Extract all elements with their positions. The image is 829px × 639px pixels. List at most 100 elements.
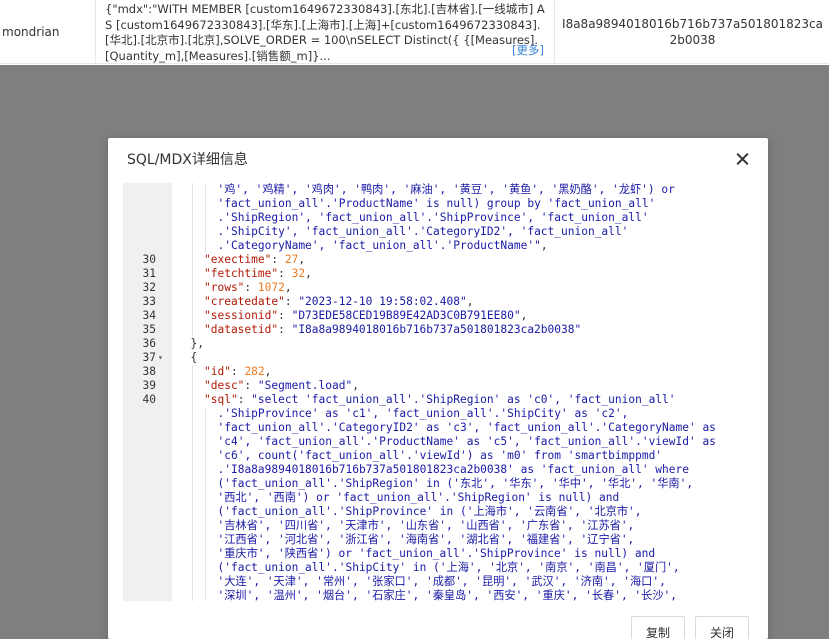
indent-guide: [205, 519, 207, 533]
code-token: {: [190, 351, 198, 364]
code-text: '大连', '天津', '常州', '张家口', '成都', '昆明', '武汉…: [218, 575, 666, 589]
code-text: '鸡', '鸡精', '鸡肉', '鸭肉', '麻油', '黄豆', '黄鱼',…: [218, 183, 675, 197]
code-line: 'fact_union_all'.'CategoryID2' as 'c3', …: [123, 421, 752, 435]
code-token: 32: [291, 267, 306, 280]
line-number: 37: [142, 351, 156, 364]
line-number: 36: [142, 337, 156, 350]
indent-guide: [205, 407, 207, 421]
code-token: 'c6', count('fact_union_all'.'viewId') a…: [217, 449, 663, 462]
indent-guide: [205, 225, 207, 239]
code-text: '吉林省', '四川省', '天津市', '山东省', '山西省', '广东省'…: [218, 519, 635, 533]
indent-guide: [191, 463, 193, 477]
code-token: "id": [204, 365, 231, 378]
code-text: "id": 282,: [204, 365, 271, 379]
fold-toggle-icon[interactable]: ▾: [158, 351, 168, 365]
code-token: "I8a8a9894018016b716b737a501801823ca2b00…: [291, 323, 582, 336]
table-row: mondrian {"mdx":"WITH MEMBER [custom1649…: [0, 0, 829, 64]
code-token: '重庆市', '陕西省') or 'fact_union_all'.'ShipP…: [217, 547, 656, 560]
copy-button[interactable]: 复制: [631, 616, 685, 639]
code-editor[interactable]: '鸡', '鸡精', '鸡肉', '鸭肉', '麻油', '黄豆', '黄鱼',…: [123, 183, 752, 601]
user-cell: mondrian: [2, 25, 60, 39]
code-token: "sql": [204, 393, 238, 406]
more-link[interactable]: [更多]: [512, 43, 544, 59]
code-token: "2023-12-10 19:58:02.408": [298, 295, 467, 308]
indent-guide: [205, 589, 207, 601]
line-number: 32: [142, 281, 156, 294]
indent-guide: [205, 421, 207, 435]
code-token: 27: [284, 253, 299, 266]
close-icon[interactable]: [734, 150, 752, 168]
line-number: 40: [142, 393, 156, 406]
code-line: 38 "id": 282,: [123, 365, 752, 379]
line-number: 38: [142, 365, 156, 378]
line-number: 35: [142, 323, 156, 336]
code-token: .'CategoryName', 'fact_union_all'.'Produ…: [217, 239, 541, 252]
code-token: 'fact_union_all'.'CategoryID2' as 'c3', …: [217, 421, 716, 434]
indent-guide: [191, 491, 193, 505]
code-token: :: [284, 295, 299, 308]
code-token: ('fact_union_all'.'ShipCity' in ('上海', '…: [217, 561, 680, 574]
code-line: 39 "desc": "Segment.load",: [123, 379, 752, 393]
code-line: '江西省', '河北省', '浙江省', '海南省', '湖北省', '福建省'…: [123, 533, 752, 547]
code-token: '吉林省', '四川省', '天津市', '山东省', '山西省', '广东省'…: [217, 519, 635, 532]
code-token: "desc": [204, 379, 245, 392]
code-token: '江西省', '河北省', '浙江省', '海南省', '湖北省', '福建省'…: [217, 533, 635, 546]
code-token: :: [244, 379, 258, 392]
code-line: '西北', '西南') or 'fact_union_all'.'ShipReg…: [123, 491, 752, 505]
code-text: ('fact_union_all'.'ShipProvince' in ('上海…: [218, 505, 642, 519]
code-text: {: [191, 351, 198, 365]
code-text: "sessionid": "D73EDE58CED19B89E42AD3C0B7…: [204, 309, 527, 323]
indent-guide: [205, 491, 207, 505]
indent-guide: [191, 211, 193, 225]
code-text: "fetchtime": 32,: [204, 267, 312, 281]
code-token: ,: [466, 295, 474, 308]
code-token: .'ShipProvince' as 'c1', 'fact_union_all…: [217, 407, 629, 420]
sql-mdx-detail-dialog: SQL/MDX详细信息 '鸡', '鸡精', '鸡肉', '鸭肉', '麻油',…: [108, 138, 768, 639]
code-token: "sessionid": [204, 309, 279, 322]
indent-guide: [191, 477, 193, 491]
code-token: :: [278, 323, 292, 336]
code-token: '深圳', '温州', '烟台', '石家庄', '秦皇岛', '西安', '重…: [217, 589, 678, 601]
code-token: 'fact_union_all'.'ProductName' is null) …: [217, 197, 656, 210]
code-line: 32 "rows": 1072,: [123, 281, 752, 295]
code-text: .'ShipProvince' as 'c1', 'fact_union_all…: [218, 407, 629, 421]
close-button[interactable]: 关闭: [695, 616, 749, 639]
code-text: ('fact_union_all'.'ShipCity' in ('上海', '…: [218, 561, 680, 575]
indent-guide: [205, 505, 207, 519]
code-line: 33 "createdate": "2023-12-10 19:58:02.408…: [123, 295, 752, 309]
indent-guide: [191, 533, 193, 547]
code-line: 31 "fetchtime": 32,: [123, 267, 752, 281]
indent-guide: [191, 435, 193, 449]
indent-guide: [205, 477, 207, 491]
line-number: 34: [142, 309, 156, 322]
code-token: "rows": [204, 281, 245, 294]
code-line: 30 "exectime": 27,: [123, 253, 752, 267]
indent-guide: [205, 435, 207, 449]
code-line: .'CategoryName', 'fact_union_all'.'Produ…: [123, 239, 752, 253]
code-token: ,: [540, 239, 548, 252]
code-line: 'c6', count('fact_union_all'.'viewId') a…: [123, 449, 752, 463]
code-text: '深圳', '温州', '烟台', '石家庄', '秦皇岛', '西安', '重…: [218, 589, 678, 601]
indent-guide: [191, 281, 193, 295]
indent-guide: [205, 561, 207, 575]
code-text: "desc": "Segment.load",: [204, 379, 359, 393]
code-token: },: [190, 337, 204, 350]
code-line: 'fact_union_all'.'ProductName' is null) …: [123, 197, 752, 211]
code-token: "createdate": [204, 295, 285, 308]
indent-guide: [191, 379, 193, 393]
indent-guide: [191, 183, 193, 197]
code-token: '大连', '天津', '常州', '张家口', '成都', '昆明', '武汉…: [217, 575, 666, 588]
code-line: 34 "sessionid": "D73EDE58CED19B89E42AD3C0…: [123, 309, 752, 323]
line-number: 30: [142, 253, 156, 266]
indent-guide: [191, 589, 193, 601]
code-token: "exectime": [204, 253, 272, 266]
code-line: '深圳', '温州', '烟台', '石家庄', '秦皇岛', '西安', '重…: [123, 589, 752, 601]
indent-guide: [191, 421, 193, 435]
code-line: 35 "datasetid": "I8a8a9894018016b716b737a…: [123, 323, 752, 337]
code-token: ,: [352, 379, 359, 392]
code-token: "datasetid": [204, 323, 279, 336]
code-text: 'c4', 'fact_union_all'.'ProductName' as …: [218, 435, 716, 449]
code-text: 'fact_union_all'.'ProductName' is null) …: [218, 197, 656, 211]
code-line: .'ShipCity', 'fact_union_all'.'CategoryI…: [123, 225, 752, 239]
mdx-cell: {"mdx":"WITH MEMBER [custom1649672330843…: [95, 0, 555, 64]
